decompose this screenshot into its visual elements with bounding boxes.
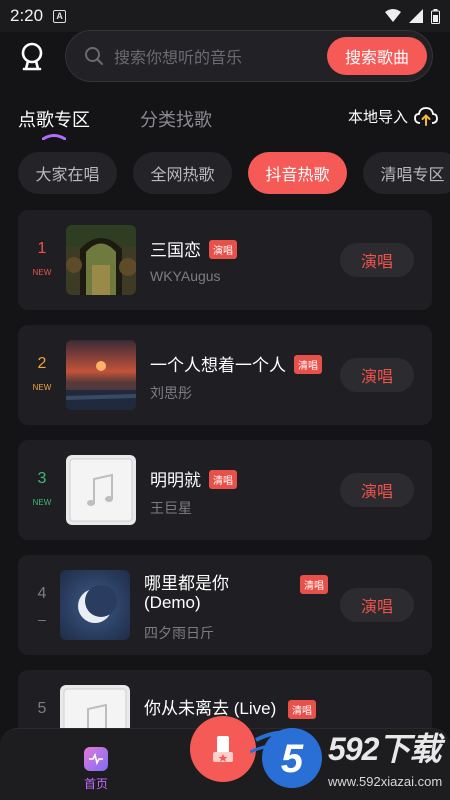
battery-icon	[431, 8, 440, 24]
sing-button[interactable]: 演唱	[340, 358, 414, 392]
song-title: 哪里都是你	[144, 574, 229, 593]
song-title: 三国恋	[150, 241, 201, 260]
song-tag: 清唱	[209, 470, 237, 489]
home-icon	[84, 747, 108, 771]
category-chips: 大家在唱 全网热歌 抖音热歌 清唱专区	[0, 152, 450, 194]
song-title-row: 三国恋 演唱	[150, 236, 237, 261]
nav-home[interactable]: 首页	[80, 747, 112, 792]
song-new-badge: –	[38, 611, 46, 627]
watermark-text: 592下载	[328, 731, 441, 767]
notification-icon: A	[53, 9, 67, 23]
album-cover	[66, 225, 136, 295]
status-bar: 2:20 A	[0, 0, 450, 32]
sing-button[interactable]: 演唱	[340, 588, 414, 622]
search-song-button[interactable]: 搜索歌曲	[327, 37, 427, 75]
music-placeholder-icon	[66, 455, 136, 525]
song-artist: 四夕雨日斤	[144, 625, 214, 641]
song-rank: 5	[37, 700, 47, 717]
song-card[interactable]: 1 NEW 三国恋 演唱 WKYAugus 演唱	[18, 210, 432, 310]
song-artist: 王巨星	[150, 500, 192, 516]
chip-everyone-singing[interactable]: 大家在唱	[18, 152, 117, 194]
song-artist: 刘思彤	[150, 385, 192, 401]
album-cover	[60, 570, 130, 640]
chip-hot-songs[interactable]: 全网热歌	[133, 152, 232, 194]
svg-text:5: 5	[281, 737, 304, 781]
tab-category[interactable]: 分类找歌	[140, 106, 212, 132]
nav-home-label: 首页	[83, 777, 108, 791]
sing-button[interactable]: 演唱	[340, 243, 414, 277]
watermark: 5 592下载 www.592xiazai.com	[250, 712, 450, 800]
song-title-row: 明明就 清唱	[150, 466, 237, 491]
song-new-badge: NEW	[32, 498, 52, 507]
tab-song-request[interactable]: 点歌专区	[18, 106, 90, 132]
song-rank: 2	[37, 355, 47, 372]
main-tabs: 点歌专区 分类找歌 本地导入	[18, 106, 438, 140]
local-import-label: 本地导入	[347, 109, 408, 126]
song-tag: 演唱	[209, 240, 237, 259]
song-card[interactable]: 3 NEW 明明就 清唱 王巨星 演唱	[18, 440, 432, 540]
chip-acapella[interactable]: 清唱专区	[363, 152, 450, 194]
search-placeholder[interactable]: 搜索你想听的音乐	[114, 44, 242, 68]
record-button[interactable]	[190, 716, 256, 782]
song-card[interactable]: 2 NEW 一个人想着一个人 清唱 刘思彤 演唱	[18, 325, 432, 425]
song-title-line2: (Demo)	[144, 593, 201, 612]
album-cover	[66, 340, 136, 410]
local-import-button[interactable]: 本地导入	[348, 106, 438, 127]
watermark-url: www.592xiazai.com	[328, 774, 443, 789]
search-icon	[85, 47, 103, 65]
song-title-row: 一个人想着一个人 清唱	[150, 351, 322, 376]
song-title: 明明就	[150, 471, 201, 490]
song-new-badge: NEW	[32, 268, 52, 277]
app-logo-icon[interactable]	[16, 40, 48, 72]
song-new-badge: NEW	[32, 383, 52, 392]
status-time: 2:20	[10, 6, 44, 25]
song-rank: 4	[37, 585, 47, 602]
wifi-icon	[385, 9, 401, 22]
watermark-logo-icon: 5	[250, 728, 322, 788]
song-card[interactable]: 4 – 哪里都是你 (Demo) 清唱 四夕雨日斤 演唱	[18, 555, 432, 655]
song-tag: 清唱	[294, 355, 322, 374]
search-bar[interactable]: 搜索你想听的音乐 搜索歌曲	[65, 30, 433, 82]
sing-button[interactable]: 演唱	[340, 473, 414, 507]
signal-icon	[409, 9, 423, 23]
chip-douyin-hot[interactable]: 抖音热歌	[248, 152, 347, 194]
cloud-upload-icon	[414, 106, 438, 126]
song-artist: WKYAugus	[150, 268, 221, 284]
song-title: 一个人想着一个人	[150, 356, 286, 375]
microphone-icon	[213, 736, 233, 762]
song-rank: 3	[37, 470, 47, 487]
song-tag: 清唱	[300, 575, 328, 594]
tab-active-indicator	[42, 134, 66, 140]
song-rank: 1	[37, 240, 47, 257]
